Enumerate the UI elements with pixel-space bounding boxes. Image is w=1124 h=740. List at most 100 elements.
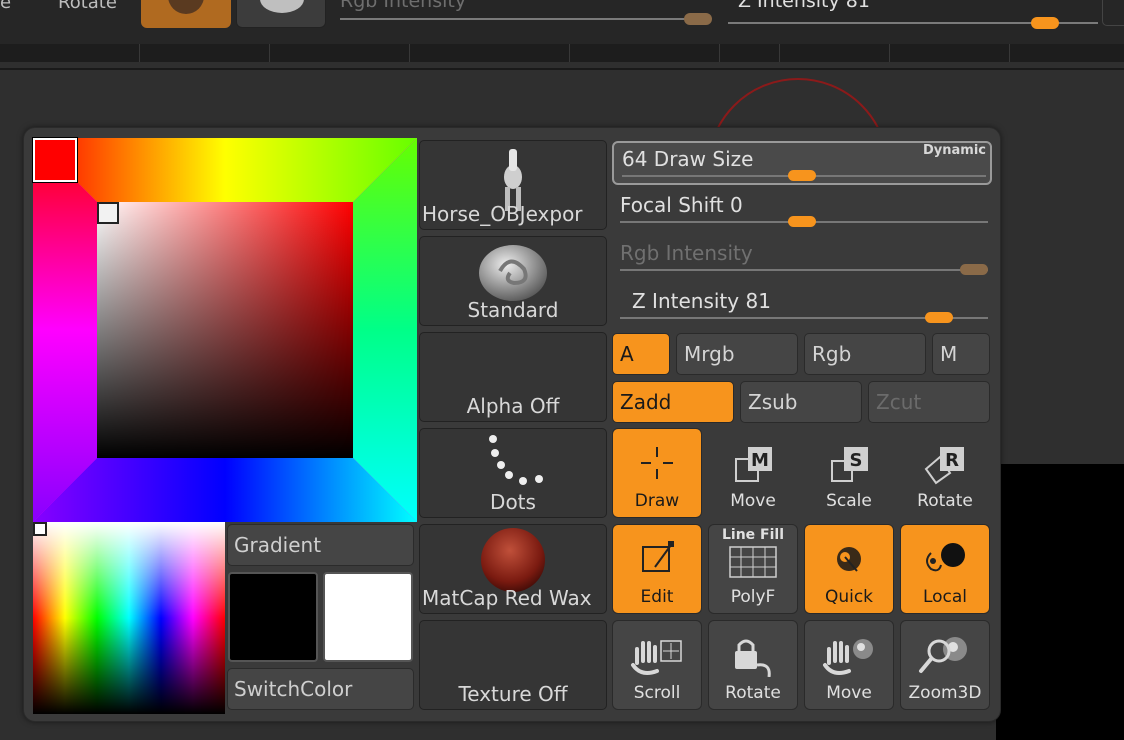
- scroll-label: Scroll: [633, 683, 681, 703]
- toolbar-edge-button[interactable]: [1102, 0, 1124, 26]
- rotate-lock-icon: [735, 639, 771, 677]
- toolbar-grid-row: [0, 44, 1124, 62]
- draw-size-knob[interactable]: [788, 170, 816, 181]
- focal-shift-label: Focal Shift 0: [620, 193, 743, 217]
- local-button[interactable]: Local: [900, 524, 990, 614]
- color-picker[interactable]: [33, 138, 417, 522]
- quick-label: Quick: [824, 587, 874, 607]
- rgb-intensity-track[interactable]: [620, 269, 988, 271]
- spectrum-dark-overlay: [33, 522, 225, 714]
- rgb-intensity-slider[interactable]: Rgb Intensity: [612, 237, 992, 281]
- move-hand-icon: [823, 639, 873, 675]
- texture-selector-label: Texture Off: [458, 682, 568, 706]
- zoom3d-button[interactable]: Zoom3D: [900, 620, 990, 710]
- grid-cell: [410, 44, 570, 62]
- grid-cell: [720, 44, 780, 62]
- toolbar-z-knob[interactable]: [1031, 17, 1059, 29]
- toggle-m[interactable]: M: [932, 333, 990, 375]
- scroll-hand-icon: [631, 640, 682, 675]
- rgb-intensity-knob[interactable]: [960, 264, 988, 275]
- toggle-mrgb[interactable]: Mrgb: [676, 333, 798, 375]
- edit-label: Edit: [640, 587, 674, 607]
- draw-size-label: 64 Draw Size: [622, 147, 754, 171]
- toolbar-brush-button[interactable]: [236, 0, 326, 28]
- line-fill-label: Line Fill: [721, 527, 784, 543]
- quick-sketch-icon: [837, 547, 861, 572]
- toggle-rgb[interactable]: Rgb: [804, 333, 926, 375]
- brush-selector-button[interactable]: Standard: [419, 236, 607, 326]
- z-intensity-knob[interactable]: [925, 312, 953, 323]
- move-button[interactable]: M Move: [708, 428, 798, 518]
- focal-shift-knob[interactable]: [788, 216, 816, 227]
- toolbar-rgb-knob[interactable]: [684, 13, 712, 25]
- scale-button[interactable]: S Scale: [804, 428, 894, 518]
- red-wax-sphere-icon: [481, 528, 545, 592]
- toggle-a[interactable]: A: [612, 333, 670, 375]
- spectrum-marker[interactable]: [33, 522, 47, 536]
- grid-cell: [0, 44, 140, 62]
- viewport-dark-area: [996, 464, 1124, 740]
- move-label: Move: [730, 491, 776, 511]
- standard-brush-icon: [260, 0, 304, 13]
- toolbar-separator: [0, 68, 1124, 70]
- scroll-button[interactable]: Scroll: [612, 620, 702, 710]
- grid-cell: [270, 44, 410, 62]
- rotate-view-button[interactable]: Rotate: [708, 620, 798, 710]
- toolbar-partial-label: e: [0, 0, 12, 13]
- brush-popup-palette: Gradient SwitchColor Horse_OBJexpor Stan…: [23, 127, 1001, 722]
- rotate-label: Rotate: [917, 491, 973, 511]
- polyframe-button[interactable]: Line Fill PolyF: [708, 524, 798, 614]
- toggle-zsub[interactable]: Zsub: [740, 381, 862, 423]
- draw-button[interactable]: Draw: [612, 428, 702, 518]
- scale-s-icon: S: [831, 447, 868, 482]
- alpha-selector-label: Alpha Off: [466, 394, 560, 418]
- draw-label: Draw: [634, 491, 680, 511]
- z-intensity-slider[interactable]: Z Intensity 81: [612, 285, 992, 329]
- texture-selector-button[interactable]: Texture Off: [419, 620, 607, 710]
- local-label: Local: [922, 587, 968, 607]
- move-m-icon: M: [735, 447, 772, 482]
- quick-button[interactable]: Quick: [804, 524, 894, 614]
- zoom3d-magnifier-icon: [919, 637, 967, 673]
- sv-picker-marker[interactable]: [97, 202, 119, 224]
- z-intensity-label: Z Intensity 81: [632, 289, 771, 313]
- switch-color-button[interactable]: SwitchColor: [227, 668, 414, 710]
- brush-selector-label: Standard: [467, 298, 559, 322]
- rotate-button[interactable]: R Rotate: [900, 428, 990, 518]
- local-symmetry-icon: [926, 543, 965, 572]
- color-spectrum[interactable]: [33, 522, 225, 714]
- stroke-selector-label: Dots: [490, 490, 536, 514]
- gradient-button[interactable]: Gradient: [227, 524, 414, 566]
- alpha-selector-button[interactable]: Alpha Off: [419, 332, 607, 422]
- focal-shift-slider[interactable]: Focal Shift 0: [612, 189, 992, 233]
- edit-button[interactable]: Edit: [612, 524, 702, 614]
- rotate-r-icon: R: [924, 447, 964, 485]
- toggle-zadd[interactable]: Zadd: [612, 381, 734, 423]
- grid-cell: [890, 44, 1010, 62]
- material-selector-button[interactable]: MatCap Red Wax: [419, 524, 607, 614]
- edit-frame-icon: [642, 541, 674, 572]
- saturation-value-square[interactable]: [97, 202, 353, 458]
- svg-text:M: M: [751, 450, 769, 471]
- move-view-label: Move: [826, 683, 872, 703]
- tool-selector-button[interactable]: Horse_OBJexpor: [419, 140, 607, 230]
- top-toolbar: e Rotate Rgb Intensity Z Intensity 81: [0, 0, 1124, 44]
- toggle-zcut[interactable]: Zcut: [868, 381, 990, 423]
- toolbar-material-button[interactable]: [141, 0, 231, 28]
- draw-size-slider[interactable]: 64 Draw Size Dynamic: [612, 141, 992, 185]
- toolbar-rgb-track[interactable]: [340, 18, 700, 20]
- current-color-swatch: [33, 138, 77, 182]
- polyframe-grid-icon: [729, 546, 777, 578]
- move-view-button[interactable]: Move: [804, 620, 894, 710]
- scale-label: Scale: [826, 491, 872, 511]
- polyframe-label: PolyF: [730, 587, 776, 607]
- draw-crosshair-icon: [641, 447, 673, 479]
- main-color-swatch[interactable]: [228, 572, 318, 662]
- stroke-selector-button[interactable]: Dots: [419, 428, 607, 518]
- material-sphere-icon: [168, 0, 204, 14]
- toolbar-z-intensity-label: Z Intensity 81: [738, 0, 870, 12]
- dynamic-toggle[interactable]: Dynamic: [923, 143, 986, 158]
- secondary-color-swatch[interactable]: [323, 572, 413, 662]
- toolbar-rotate-label[interactable]: Rotate: [58, 0, 117, 13]
- standard-brush-icon: [479, 245, 547, 301]
